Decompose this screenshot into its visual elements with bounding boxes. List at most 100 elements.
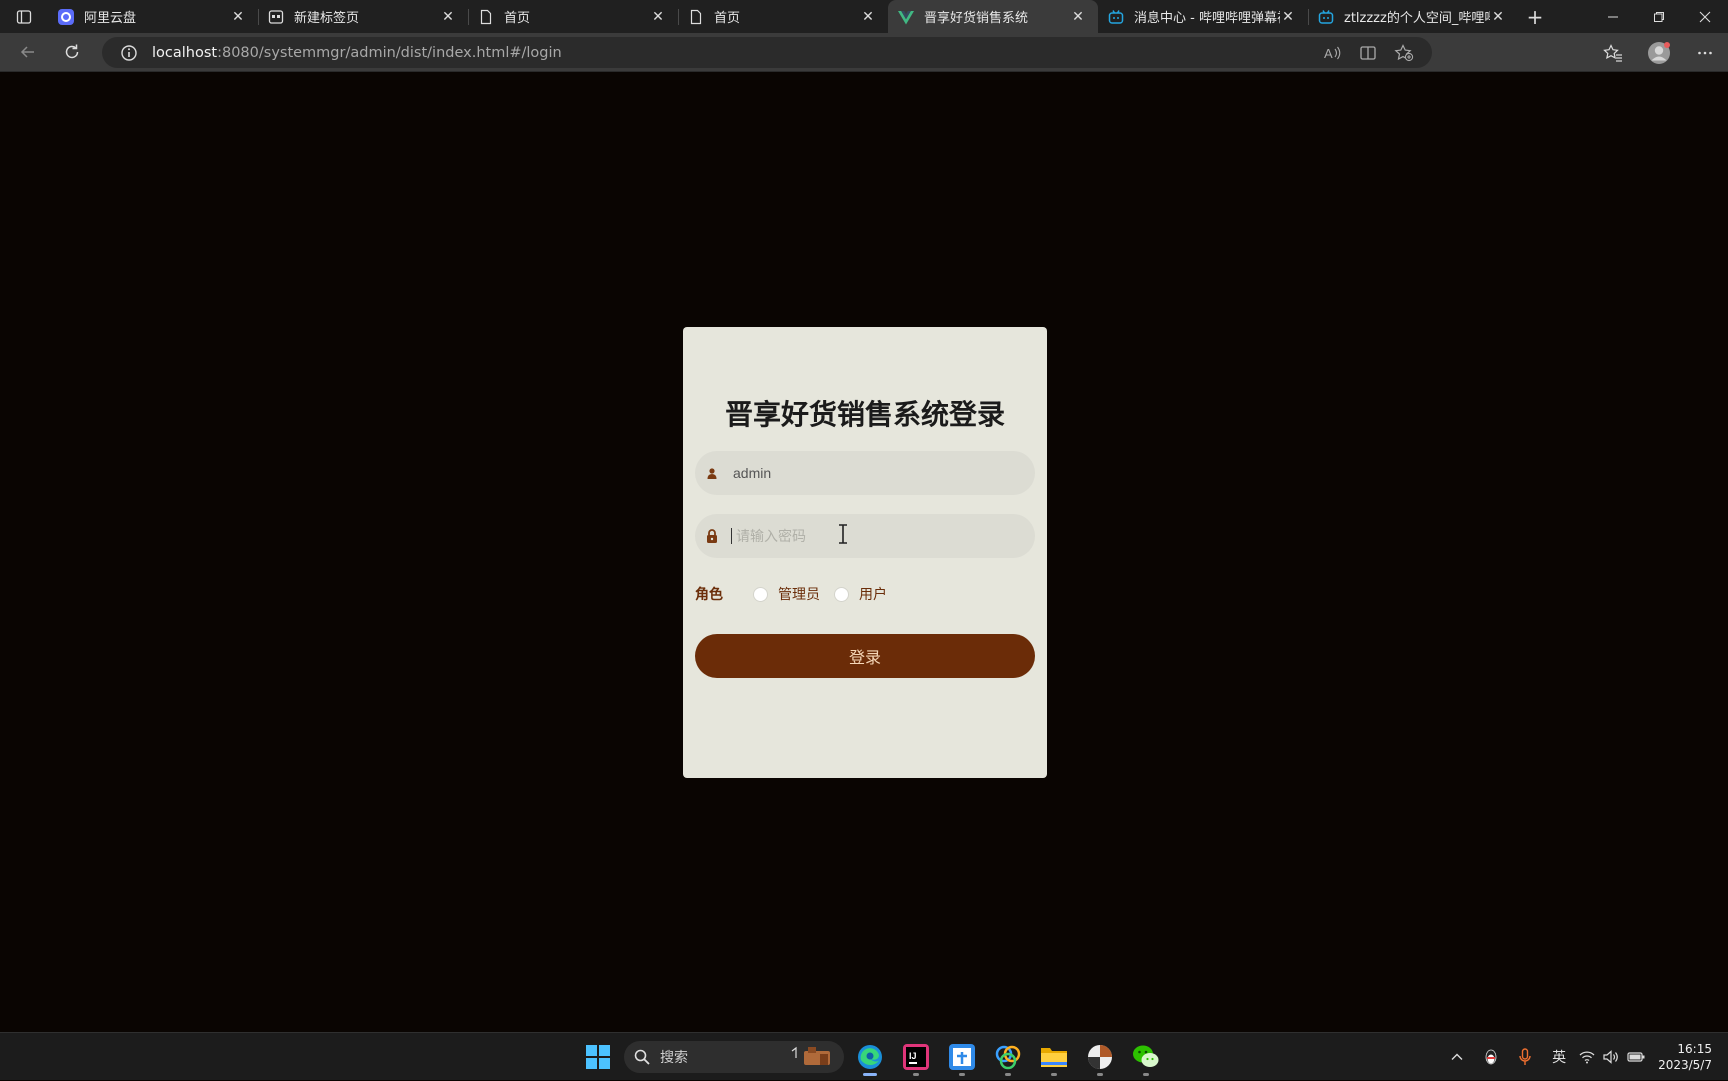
- intellij-icon: IJ: [903, 1044, 929, 1070]
- qq-tray-button[interactable]: [1474, 1037, 1508, 1077]
- wifi-icon: [1579, 1051, 1595, 1064]
- refresh-button[interactable]: [54, 37, 90, 67]
- taskbar-app-colorful[interactable]: [988, 1037, 1028, 1077]
- start-button[interactable]: [578, 1037, 618, 1077]
- microphone-tray-button[interactable]: [1508, 1037, 1542, 1077]
- close-icon[interactable]: ✕: [650, 9, 666, 25]
- username-input[interactable]: [731, 464, 1035, 482]
- search-label: 搜索: [660, 1050, 688, 1066]
- taskbar-apps: 搜索 IJ: [578, 1037, 1166, 1077]
- browser-tab-bilibili-messages[interactable]: 消息中心 - 哔哩哔哩弹幕视 ✕: [1098, 0, 1308, 33]
- role-option-admin[interactable]: 管理员: [753, 584, 820, 604]
- taskbar-edge[interactable]: [850, 1037, 890, 1077]
- browser-tab-home-1[interactable]: 首页 ✕: [468, 0, 678, 33]
- url-host: localhost: [152, 44, 218, 61]
- svg-text:IJ: IJ: [909, 1051, 917, 1061]
- running-indicator: [913, 1073, 919, 1076]
- search-icon: [634, 1049, 650, 1065]
- login-button[interactable]: 登录: [695, 634, 1035, 678]
- browser-tab-new-tab[interactable]: 新建标签页 ✕: [258, 0, 468, 33]
- password-field[interactable]: [695, 514, 1035, 558]
- close-icon[interactable]: ✕: [1070, 9, 1086, 25]
- folder-icon: [1041, 1048, 1067, 1067]
- read-aloud-button[interactable]: A: [1314, 37, 1350, 68]
- immersive-reader-button[interactable]: [1350, 37, 1386, 68]
- close-icon[interactable]: ✕: [1280, 9, 1296, 25]
- refresh-icon: [65, 44, 79, 59]
- back-button[interactable]: [10, 37, 46, 67]
- radio-button[interactable]: [834, 586, 849, 602]
- restore-button[interactable]: [1636, 0, 1682, 33]
- system-tray: 英 16:15 2023/5/7: [1440, 1033, 1728, 1081]
- new-tab-button[interactable]: +: [1518, 0, 1552, 33]
- microphone-icon: [1519, 1048, 1531, 1065]
- favorites-icon: [1603, 43, 1622, 62]
- close-icon[interactable]: ✕: [230, 9, 246, 25]
- role-label: 角色: [695, 587, 723, 603]
- plus-icon: +: [1526, 4, 1544, 29]
- read-aloud-icon: A: [1324, 46, 1341, 61]
- tab-title: 首页: [504, 11, 531, 26]
- battery-icon: [1627, 1052, 1645, 1062]
- favorites-button[interactable]: [1590, 33, 1636, 72]
- restore-icon: [1654, 11, 1664, 22]
- toolbar-right-actions: [1590, 33, 1728, 72]
- login-title: 晋享好货销售系统登录: [724, 398, 1005, 431]
- taskbar-file-explorer[interactable]: [1034, 1037, 1074, 1077]
- address-bar[interactable]: localhost:8080/systemmgr/admin/dist/inde…: [102, 37, 1432, 68]
- ime-label: 英: [1552, 1050, 1567, 1066]
- close-icon[interactable]: ✕: [440, 9, 456, 25]
- tab-actions-button[interactable]: [0, 0, 48, 33]
- tab-title: 首页: [714, 11, 741, 26]
- aliyun-drive-icon: [58, 8, 74, 25]
- settings-menu-button[interactable]: [1682, 33, 1728, 72]
- radio-button[interactable]: [753, 586, 768, 602]
- edge-icon: [858, 1045, 882, 1069]
- system-clock[interactable]: 16:15 2023/5/7: [1648, 1041, 1728, 1073]
- bilibili-icon: [1108, 9, 1124, 25]
- vue-icon: [898, 9, 914, 25]
- wechat-icon: [1133, 1045, 1159, 1067]
- star-add-icon: [1394, 43, 1414, 61]
- clock-time: 16:15: [1677, 1042, 1712, 1056]
- input-method-button[interactable]: 英: [1542, 1037, 1576, 1077]
- taskbar-wechat[interactable]: [1126, 1037, 1166, 1077]
- tab-title: 晋享好货销售系统: [924, 11, 1029, 26]
- more-icon: [1698, 51, 1712, 54]
- network-volume-battery-button[interactable]: [1576, 1037, 1648, 1077]
- close-icon[interactable]: ✕: [1490, 9, 1506, 25]
- taskbar-intellij[interactable]: IJ: [896, 1037, 936, 1077]
- browser-tab-bilibili-space[interactable]: ztlzzzz的个人空间_哔哩哔 ✕: [1308, 0, 1518, 33]
- login-card: 晋享好货销售系统登录 角色 管理员 用户 登录: [683, 327, 1047, 778]
- tab-actions-icon: [16, 9, 32, 24]
- close-window-button[interactable]: [1682, 0, 1728, 33]
- chevron-up-icon: [1451, 1053, 1463, 1060]
- profile-button[interactable]: [1636, 33, 1682, 72]
- taskbar-app-blue[interactable]: [942, 1037, 982, 1077]
- role-option-label: 用户: [859, 587, 887, 603]
- svg-text:A: A: [1324, 46, 1333, 61]
- password-input[interactable]: [734, 527, 1035, 545]
- arrow-left-icon: [20, 46, 34, 58]
- minimize-button[interactable]: [1590, 0, 1636, 33]
- site-info-icon[interactable]: [118, 42, 140, 64]
- taskbar-search[interactable]: 搜索: [624, 1041, 844, 1073]
- running-indicator: [959, 1073, 965, 1076]
- text-caret: [731, 528, 732, 544]
- penguin-icon: [1485, 1049, 1497, 1065]
- browser-tab-aliyun[interactable]: 阿里云盘 ✕: [48, 0, 258, 33]
- close-icon[interactable]: ✕: [860, 9, 876, 25]
- browser-tab-active-login[interactable]: 晋享好货销售系统 ✕: [888, 0, 1098, 33]
- volume-icon: [1603, 1050, 1618, 1064]
- document-icon: [688, 9, 704, 25]
- close-icon: [1699, 11, 1711, 22]
- browser-tab-home-2[interactable]: 首页 ✕: [678, 0, 888, 33]
- taskbar-app-round[interactable]: [1080, 1037, 1120, 1077]
- add-favorite-button[interactable]: [1386, 37, 1422, 68]
- show-hidden-icons-button[interactable]: [1440, 1037, 1474, 1077]
- username-field[interactable]: [695, 451, 1035, 495]
- text-cursor-icon: [839, 524, 847, 544]
- url-path: :8080/systemmgr/admin/dist/index.html#/l…: [217, 44, 562, 61]
- browser-toolbar: localhost:8080/systemmgr/admin/dist/inde…: [0, 33, 1728, 72]
- role-option-user[interactable]: 用户: [834, 584, 887, 604]
